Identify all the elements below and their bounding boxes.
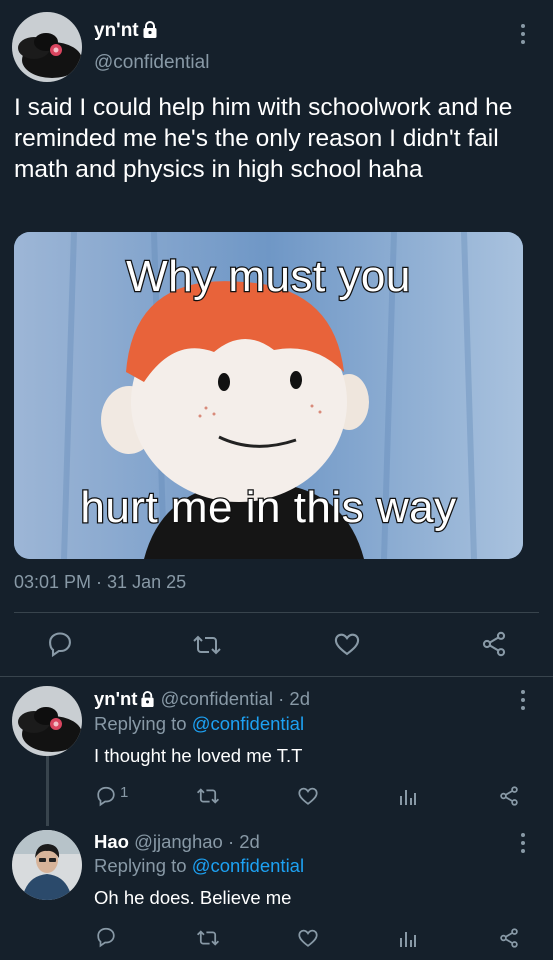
replying-to: Replying to @confidential [94, 855, 304, 877]
retweet-icon[interactable] [196, 928, 220, 948]
like-icon[interactable] [333, 630, 361, 658]
lock-icon [140, 690, 155, 712]
reply-text: I thought he loved me T.T [94, 745, 303, 766]
divider [14, 612, 539, 613]
divider [0, 676, 553, 677]
reply-text: Oh he does. Believe me [94, 887, 292, 908]
more-options-icon[interactable] [520, 690, 526, 712]
analytics-icon[interactable] [399, 786, 417, 806]
meme-bottom-caption: hurt me in this way [79, 482, 457, 534]
reply-display-name[interactable]: Hao [94, 831, 129, 852]
reply-age[interactable]: · 2d [278, 688, 310, 709]
replying-to: Replying to @confidential [94, 713, 304, 735]
reply-avatar[interactable] [12, 830, 82, 900]
tweet-image[interactable]: Why must you hurt me in this way [14, 232, 523, 559]
author-name-row[interactable]: yn'nt [94, 20, 158, 44]
tweet-text: I said I could help him with schoolwork … [14, 94, 513, 183]
tweet-timestamp[interactable]: 03:01 PM · 31 Jan 25 [14, 572, 186, 593]
reply-header: yn'nt @confidential · 2d [94, 688, 310, 712]
reply-icon[interactable]: 1 [95, 784, 128, 807]
like-icon[interactable] [297, 785, 319, 807]
analytics-icon[interactable] [399, 928, 417, 948]
replying-prefix: Replying to [94, 855, 187, 876]
author-display-name[interactable]: yn'nt [94, 20, 139, 41]
reply-icon[interactable] [95, 926, 117, 948]
reply-icon[interactable] [46, 630, 74, 658]
replying-prefix: Replying to [94, 713, 187, 734]
reply-display-name[interactable]: yn'nt [94, 688, 137, 709]
reply-handle[interactable]: @jjanghao [134, 831, 223, 852]
meme-top-caption: Why must you [125, 251, 412, 303]
share-icon[interactable] [498, 927, 520, 949]
share-icon[interactable] [498, 785, 520, 807]
replying-to-link[interactable]: @confidential [192, 855, 304, 876]
reply-handle[interactable]: @confidential [161, 688, 273, 709]
author-avatar[interactable] [12, 12, 82, 82]
replying-to-link[interactable]: @confidential [192, 713, 304, 734]
more-options-icon[interactable] [520, 833, 526, 855]
reply-age[interactable]: · 2d [228, 831, 260, 852]
reply-header: Hao @jjanghao · 2d [94, 831, 260, 853]
retweet-icon[interactable] [192, 632, 222, 658]
more-options-icon[interactable] [520, 24, 526, 46]
share-icon[interactable] [480, 630, 508, 658]
like-icon[interactable] [297, 927, 319, 949]
retweet-icon[interactable] [196, 786, 220, 806]
thread-connector [46, 756, 49, 826]
reply-count: 1 [120, 784, 129, 801]
reply-avatar[interactable] [12, 686, 82, 756]
lock-icon [142, 21, 158, 44]
author-handle[interactable]: @confidential [94, 52, 209, 74]
